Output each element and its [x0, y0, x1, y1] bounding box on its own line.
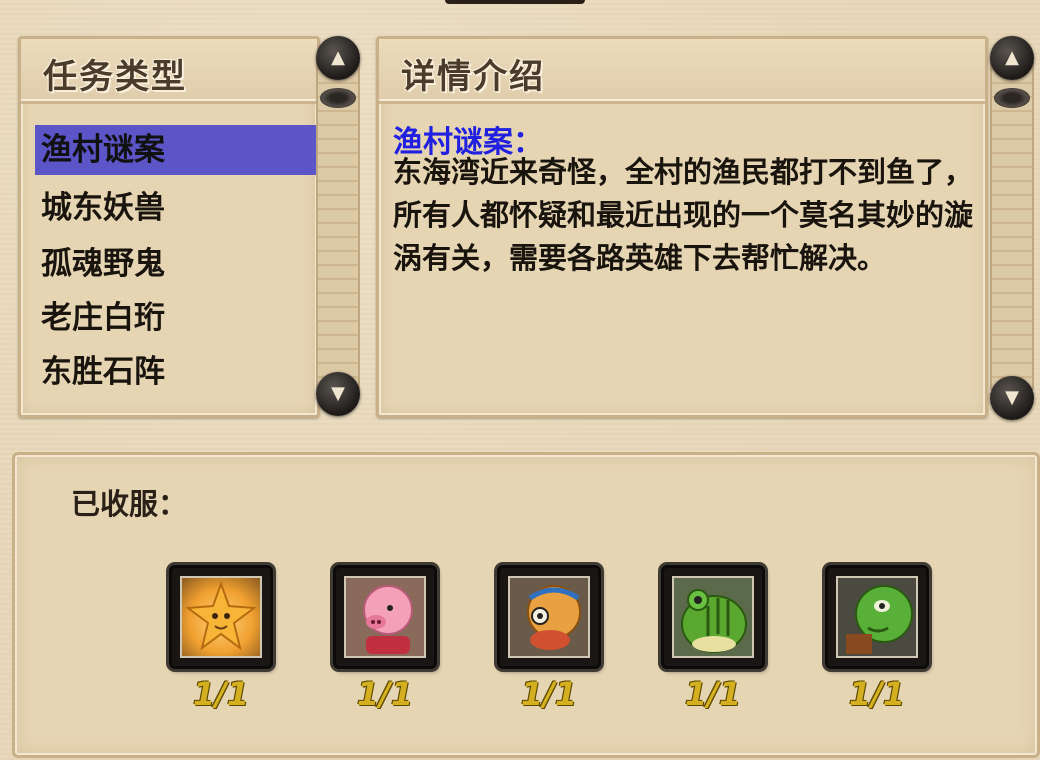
quest-description: 东海湾近来奇怪，全村的渔民都打不到鱼了，所有人都怀疑和最近出现的一个莫名其妙的漩… — [393, 155, 974, 275]
pet-slot-5[interactable]: 1/1 — [825, 565, 929, 713]
pet-frame — [825, 565, 929, 669]
pet-slot-4[interactable]: 1/1 — [661, 565, 765, 713]
quest-type-scrollbar[interactable] — [316, 60, 360, 390]
quest-scroll-down-button[interactable]: ▼ — [316, 372, 360, 416]
pet-count: 1/1 — [356, 675, 414, 713]
pet-slot-2[interactable]: 1/1 — [333, 565, 437, 713]
quest-scroll-up-button[interactable]: ▲ — [316, 36, 360, 80]
detail-scroll-up-button[interactable]: ▲ — [990, 36, 1034, 80]
pet-frame — [661, 565, 765, 669]
quest-type-title: 任务类型 — [43, 57, 187, 97]
quest-item-east-beast[interactable]: 城东妖兽 — [35, 183, 317, 233]
quest-type-header: 任务类型 — [21, 39, 317, 104]
top-tab-edge — [445, 0, 585, 4]
detail-scrollbar[interactable] — [990, 60, 1034, 390]
star-creature-icon — [180, 576, 262, 658]
quest-item-dongsheng[interactable]: 东胜石阵 — [35, 347, 317, 397]
pet-count: 1/1 — [848, 675, 906, 713]
quest-type-panel: 任务类型 渔村谜案 城东妖兽 孤魂野鬼 老庄白珩 东胜石阵 — [18, 36, 320, 418]
green-frog-icon — [672, 576, 754, 658]
quest-item-fishing-village[interactable]: 渔村谜案 — [35, 125, 317, 175]
pet-count: 1/1 — [192, 675, 250, 713]
detail-content: 渔村谜案： 东海湾近来奇怪，全村的渔民都打不到鱼了，所有人都怀疑和最近出现的一个… — [379, 101, 985, 415]
pet-count: 1/1 — [684, 675, 742, 713]
pet-frame — [497, 565, 601, 669]
quest-item-laozhuang[interactable]: 老庄白珩 — [35, 293, 317, 343]
quest-scroll-thumb[interactable] — [320, 88, 356, 108]
pet-frame — [333, 565, 437, 669]
detail-panel: 详情介绍 渔村谜案： 东海湾近来奇怪，全村的渔民都打不到鱼了，所有人都怀疑和最近… — [376, 36, 988, 418]
pet-slot-3[interactable]: 1/1 — [497, 565, 601, 713]
pet-frame — [169, 565, 273, 669]
pet-slot-1[interactable]: 1/1 — [169, 565, 273, 713]
detail-scroll-down-button[interactable]: ▼ — [990, 376, 1034, 420]
detail-title: 详情介绍 — [401, 57, 545, 97]
fish-monster-icon — [508, 576, 590, 658]
quest-item-lonely-ghost[interactable]: 孤魂野鬼 — [35, 239, 317, 289]
detail-header: 详情介绍 — [379, 39, 985, 104]
captured-label: 已收服： — [71, 487, 188, 521]
green-turtle-icon — [836, 576, 918, 658]
pink-pig-icon — [344, 576, 426, 658]
detail-scroll-thumb[interactable] — [994, 88, 1030, 108]
captured-panel: 已收服： 1/1 1/1 1/1 1/1 1/1 — [12, 452, 1040, 758]
pet-count: 1/1 — [520, 675, 578, 713]
